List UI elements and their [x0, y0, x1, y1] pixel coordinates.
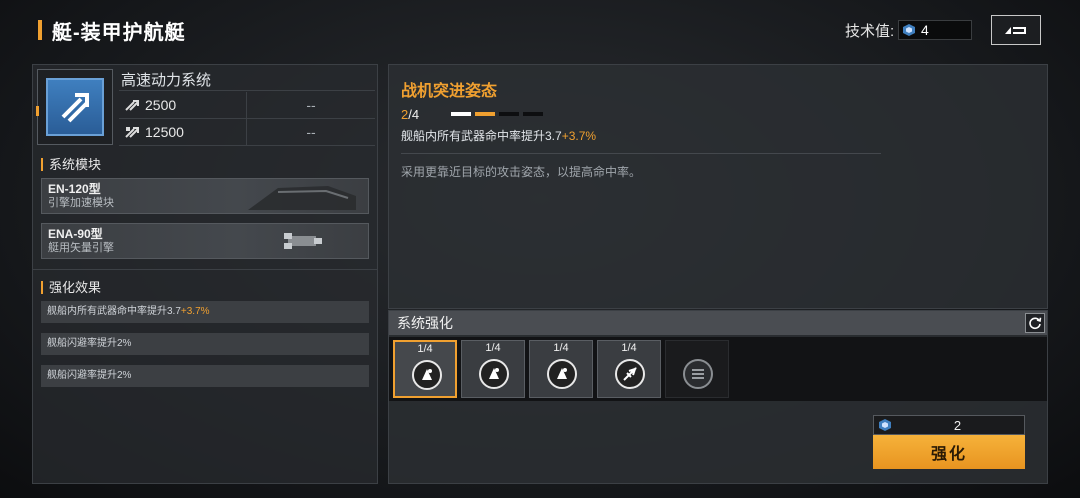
title-accent: [38, 20, 42, 40]
bell-icon: [479, 359, 509, 389]
effect-text: 舰船闪避率提升2%: [47, 338, 132, 349]
enhance-slot[interactable]: 1/4: [597, 340, 661, 398]
vector-engine-art: [284, 233, 322, 249]
stat-value: 12500: [145, 124, 184, 140]
enhance-heading-text: 系统强化: [397, 315, 453, 331]
effects-heading: 强化效果: [41, 281, 101, 294]
tech-value-box: 4: [898, 20, 972, 40]
divider: [401, 153, 881, 154]
slot-level: 1/4: [485, 342, 501, 354]
system-panel: 高速动力系统 2500 -- 12500 -- 系统模块 EN-120型 引擎加…: [32, 64, 378, 484]
effect-text: 舰船闪避率提升2%: [47, 370, 132, 381]
tech-value: 4: [921, 22, 929, 38]
level-bar: [451, 112, 471, 116]
enhancement-level: 2/4: [401, 107, 419, 122]
enhancement-description: 采用更靠近目标的攻击姿态，以提高命中率。: [401, 165, 642, 179]
level-max: /4: [408, 107, 420, 122]
top-bar: 艇-装甲护航艇 技术值: 4: [0, 0, 1080, 60]
tech-gem-icon: [903, 24, 915, 36]
page-title: 艇-装甲护航艇: [52, 22, 186, 44]
enhance-cost: 2: [873, 415, 1025, 435]
enhance-slot-locked[interactable]: [665, 340, 729, 398]
selection-marker: [36, 106, 39, 116]
stat-row: 2500 --: [119, 92, 375, 119]
speed-icon: [125, 100, 139, 111]
tech-label: 技术值:: [845, 23, 895, 40]
enhancement-title: 战机突进姿态: [401, 83, 498, 100]
divider: [33, 269, 377, 270]
level-bar: [475, 112, 495, 116]
enhance-slot[interactable]: 1/4: [461, 340, 525, 398]
jet-icon: [615, 359, 645, 389]
system-icon-frame[interactable]: [36, 69, 113, 145]
module-item[interactable]: EN-120型 引擎加速模块: [41, 178, 369, 214]
back-icon: [1005, 27, 1026, 34]
back-button[interactable]: [991, 15, 1041, 45]
effect-text: 舰船内所有武器命中率提升3.7: [401, 129, 562, 143]
effect-item: 舰船闪避率提升2%: [41, 333, 369, 355]
refresh-icon: [1029, 317, 1042, 330]
stat-row: 12500 --: [119, 119, 375, 146]
system-name: 高速动力系统: [119, 69, 375, 91]
level-bar: [499, 112, 519, 116]
enhance-slot[interactable]: 1/4: [529, 340, 593, 398]
engine-module-art: [248, 186, 356, 210]
slot-level: 1/4: [417, 343, 433, 355]
enhance-heading: 系统强化: [389, 311, 1047, 335]
enhance-button[interactable]: 强化: [873, 435, 1025, 469]
effect-text: 舰船内所有武器命中率提升3.7: [47, 306, 181, 317]
bell-icon: [412, 360, 442, 390]
effect-bonus: +3.7%: [180, 306, 210, 317]
detail-panel: 战机突进姿态 2/4 舰船内所有武器命中率提升3.7+3.7% 采用更靠近目标的…: [388, 64, 1048, 309]
module-item[interactable]: ENA-90型 艇用矢量引擎: [41, 223, 369, 259]
effect-item: 舰船内所有武器命中率提升3.7+3.7%: [41, 301, 369, 323]
enhance-slot[interactable]: 1/4: [393, 340, 457, 398]
enhance-slots: 1/4 1/4 1/4 1/4: [389, 337, 1047, 401]
bell-icon: [547, 359, 577, 389]
speed-boost-icon: [125, 127, 139, 138]
locked-slot-icon: [683, 359, 713, 389]
cost-value: 2: [953, 417, 962, 433]
slot-level: 1/4: [553, 342, 569, 354]
stat-extra: --: [306, 124, 316, 140]
slot-level: 1/4: [621, 342, 637, 354]
stat-extra: --: [306, 97, 316, 113]
stat-value: 2500: [145, 97, 177, 113]
engine-system-icon: [46, 78, 104, 136]
effect-bonus: +3.7%: [561, 129, 597, 143]
level-bars: [451, 112, 543, 116]
level-bar: [523, 112, 543, 116]
refresh-button[interactable]: [1025, 313, 1045, 333]
tech-gem-icon: [879, 419, 891, 431]
modules-heading: 系统模块: [41, 158, 101, 171]
effect-item: 舰船闪避率提升2%: [41, 365, 369, 387]
enhancement-panel: 系统强化 1/4 1/4 1/4 1/4 2 强化: [388, 310, 1048, 484]
enhancement-effect: 舰船内所有武器命中率提升3.7+3.7%: [401, 127, 596, 144]
